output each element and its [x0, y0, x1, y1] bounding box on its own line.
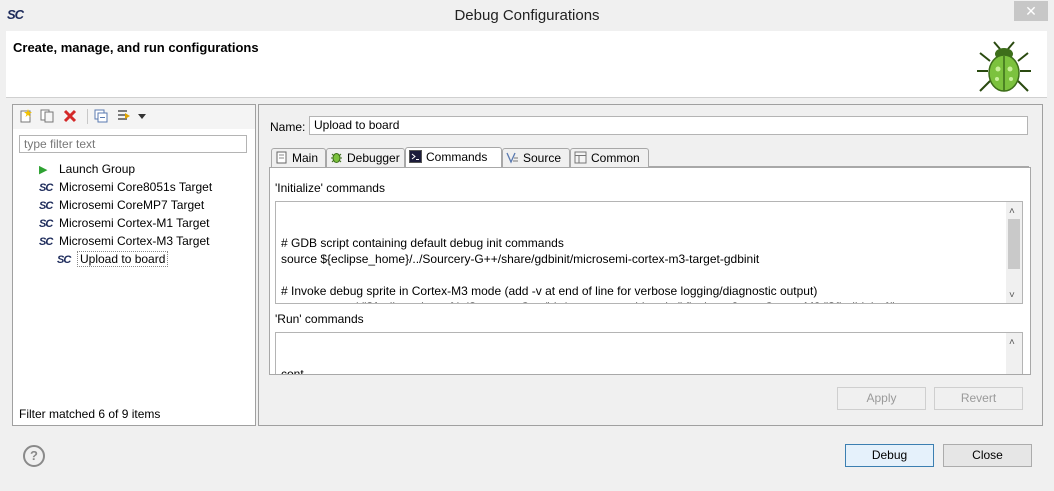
tree-item-label: Microsemi Cortex-M3 Target — [59, 234, 210, 248]
tab-debugger[interactable]: Debugger — [326, 148, 405, 167]
tree-item-coremp7[interactable]: SC Microsemi CoreMP7 Target — [39, 196, 212, 214]
main-tab-icon — [276, 151, 287, 164]
configuration-editor-panel: Name: Upload to board Main Debugger Comm… — [258, 104, 1043, 426]
tree-item-label: Upload to board — [77, 251, 169, 267]
initialize-commands-text: # GDB script containing default debug in… — [281, 236, 908, 303]
scroll-up-icon[interactable]: ˄ — [1009, 204, 1015, 220]
sc-icon: SC — [39, 218, 53, 230]
sc-icon: SC — [39, 200, 53, 212]
scroll-up-icon[interactable]: ˄ — [1009, 335, 1015, 351]
collapse-all-icon[interactable] — [94, 109, 108, 123]
run-commands-label: 'Run' commands — [275, 312, 364, 326]
tree-item-core8051s[interactable]: SC Microsemi Core8051s Target — [39, 178, 212, 196]
tab-label: Commands — [426, 150, 488, 164]
tree-item-label: Microsemi Core8051s Target — [59, 180, 213, 194]
name-label: Name: — [270, 120, 306, 134]
revert-button[interactable]: Revert — [934, 387, 1023, 410]
apply-button[interactable]: Apply — [837, 387, 926, 410]
commands-tab-content: 'Initialize' commands # GDB script conta… — [269, 167, 1031, 375]
initialize-scrollbar[interactable]: ˄ ˅ — [1006, 202, 1022, 303]
window-title: Debug Configurations — [454, 7, 600, 24]
tab-label: Source — [523, 151, 562, 165]
filter-input[interactable]: type filter text — [19, 135, 247, 153]
sc-icon: SC — [39, 182, 53, 194]
tab-label: Common — [591, 151, 640, 165]
source-tab-icon — [506, 152, 518, 164]
name-field[interactable]: Upload to board — [309, 116, 1028, 135]
initialize-commands-textarea[interactable]: # GDB script containing default debug in… — [275, 201, 1023, 304]
close-window-button[interactable]: ✕ — [1014, 1, 1048, 21]
title-bar: SC Debug Configurations ✕ — [0, 0, 1054, 31]
debugger-tab-icon — [331, 153, 342, 163]
run-commands-text: cont — [281, 367, 304, 374]
dropdown-arrow-icon[interactable] — [137, 109, 147, 123]
filter-icon[interactable] — [117, 109, 131, 123]
new-config-icon[interactable] — [19, 109, 33, 123]
tree-item-cortex-m1[interactable]: SC Microsemi Cortex-M1 Target — [39, 214, 212, 232]
tree-item-label: Microsemi CoreMP7 Target — [59, 198, 205, 212]
debug-button[interactable]: Debug — [845, 444, 934, 467]
tab-commands[interactable]: Commands — [405, 147, 502, 168]
sc-icon: SC — [39, 236, 53, 248]
toolbar-separator — [87, 109, 88, 124]
tree-toolbar — [13, 105, 255, 129]
config-tree: ▶ Launch Group SC Microsemi Core8051s Targ… — [39, 160, 212, 268]
bug-icon — [977, 41, 1031, 92]
tab-common[interactable]: Common — [570, 148, 649, 167]
tree-item-cortex-m3[interactable]: SC Microsemi Cortex-M3 Target — [39, 232, 212, 250]
initialize-commands-label: 'Initialize' commands — [275, 181, 385, 195]
delete-icon[interactable] — [63, 109, 77, 123]
header-banner: Create, manage, and run configurations — [6, 31, 1047, 98]
help-icon[interactable]: ? — [23, 445, 45, 467]
filter-status: Filter matched 6 of 9 items — [19, 407, 161, 421]
tree-item-label: Microsemi Cortex-M1 Target — [59, 216, 210, 230]
close-button[interactable]: Close — [943, 444, 1032, 467]
tree-item-launch-group[interactable]: ▶ Launch Group — [39, 160, 212, 178]
common-tab-icon — [574, 151, 587, 164]
tree-item-label: Launch Group — [59, 162, 136, 176]
scroll-down-icon[interactable]: ˅ — [1009, 288, 1015, 303]
banner-title: Create, manage, and run configurations — [13, 40, 259, 55]
launch-group-icon: ▶ — [39, 164, 48, 176]
tab-source[interactable]: Source — [502, 148, 570, 167]
tab-label: Debugger — [347, 151, 400, 165]
run-commands-textarea[interactable]: cont ˄ — [275, 332, 1023, 374]
configuration-tree-panel: type filter text ▶ Launch Group SC Microse… — [12, 104, 256, 426]
scroll-thumb[interactable] — [1008, 219, 1020, 269]
tab-main[interactable]: Main — [271, 148, 326, 167]
sc-icon: SC — [57, 254, 71, 266]
tree-item-upload-to-board[interactable]: SC Upload to board — [39, 250, 212, 268]
commands-tab-icon — [409, 150, 422, 163]
duplicate-icon[interactable] — [40, 109, 54, 123]
tab-label: Main — [292, 151, 319, 165]
run-scrollbar[interactable]: ˄ — [1006, 333, 1022, 374]
